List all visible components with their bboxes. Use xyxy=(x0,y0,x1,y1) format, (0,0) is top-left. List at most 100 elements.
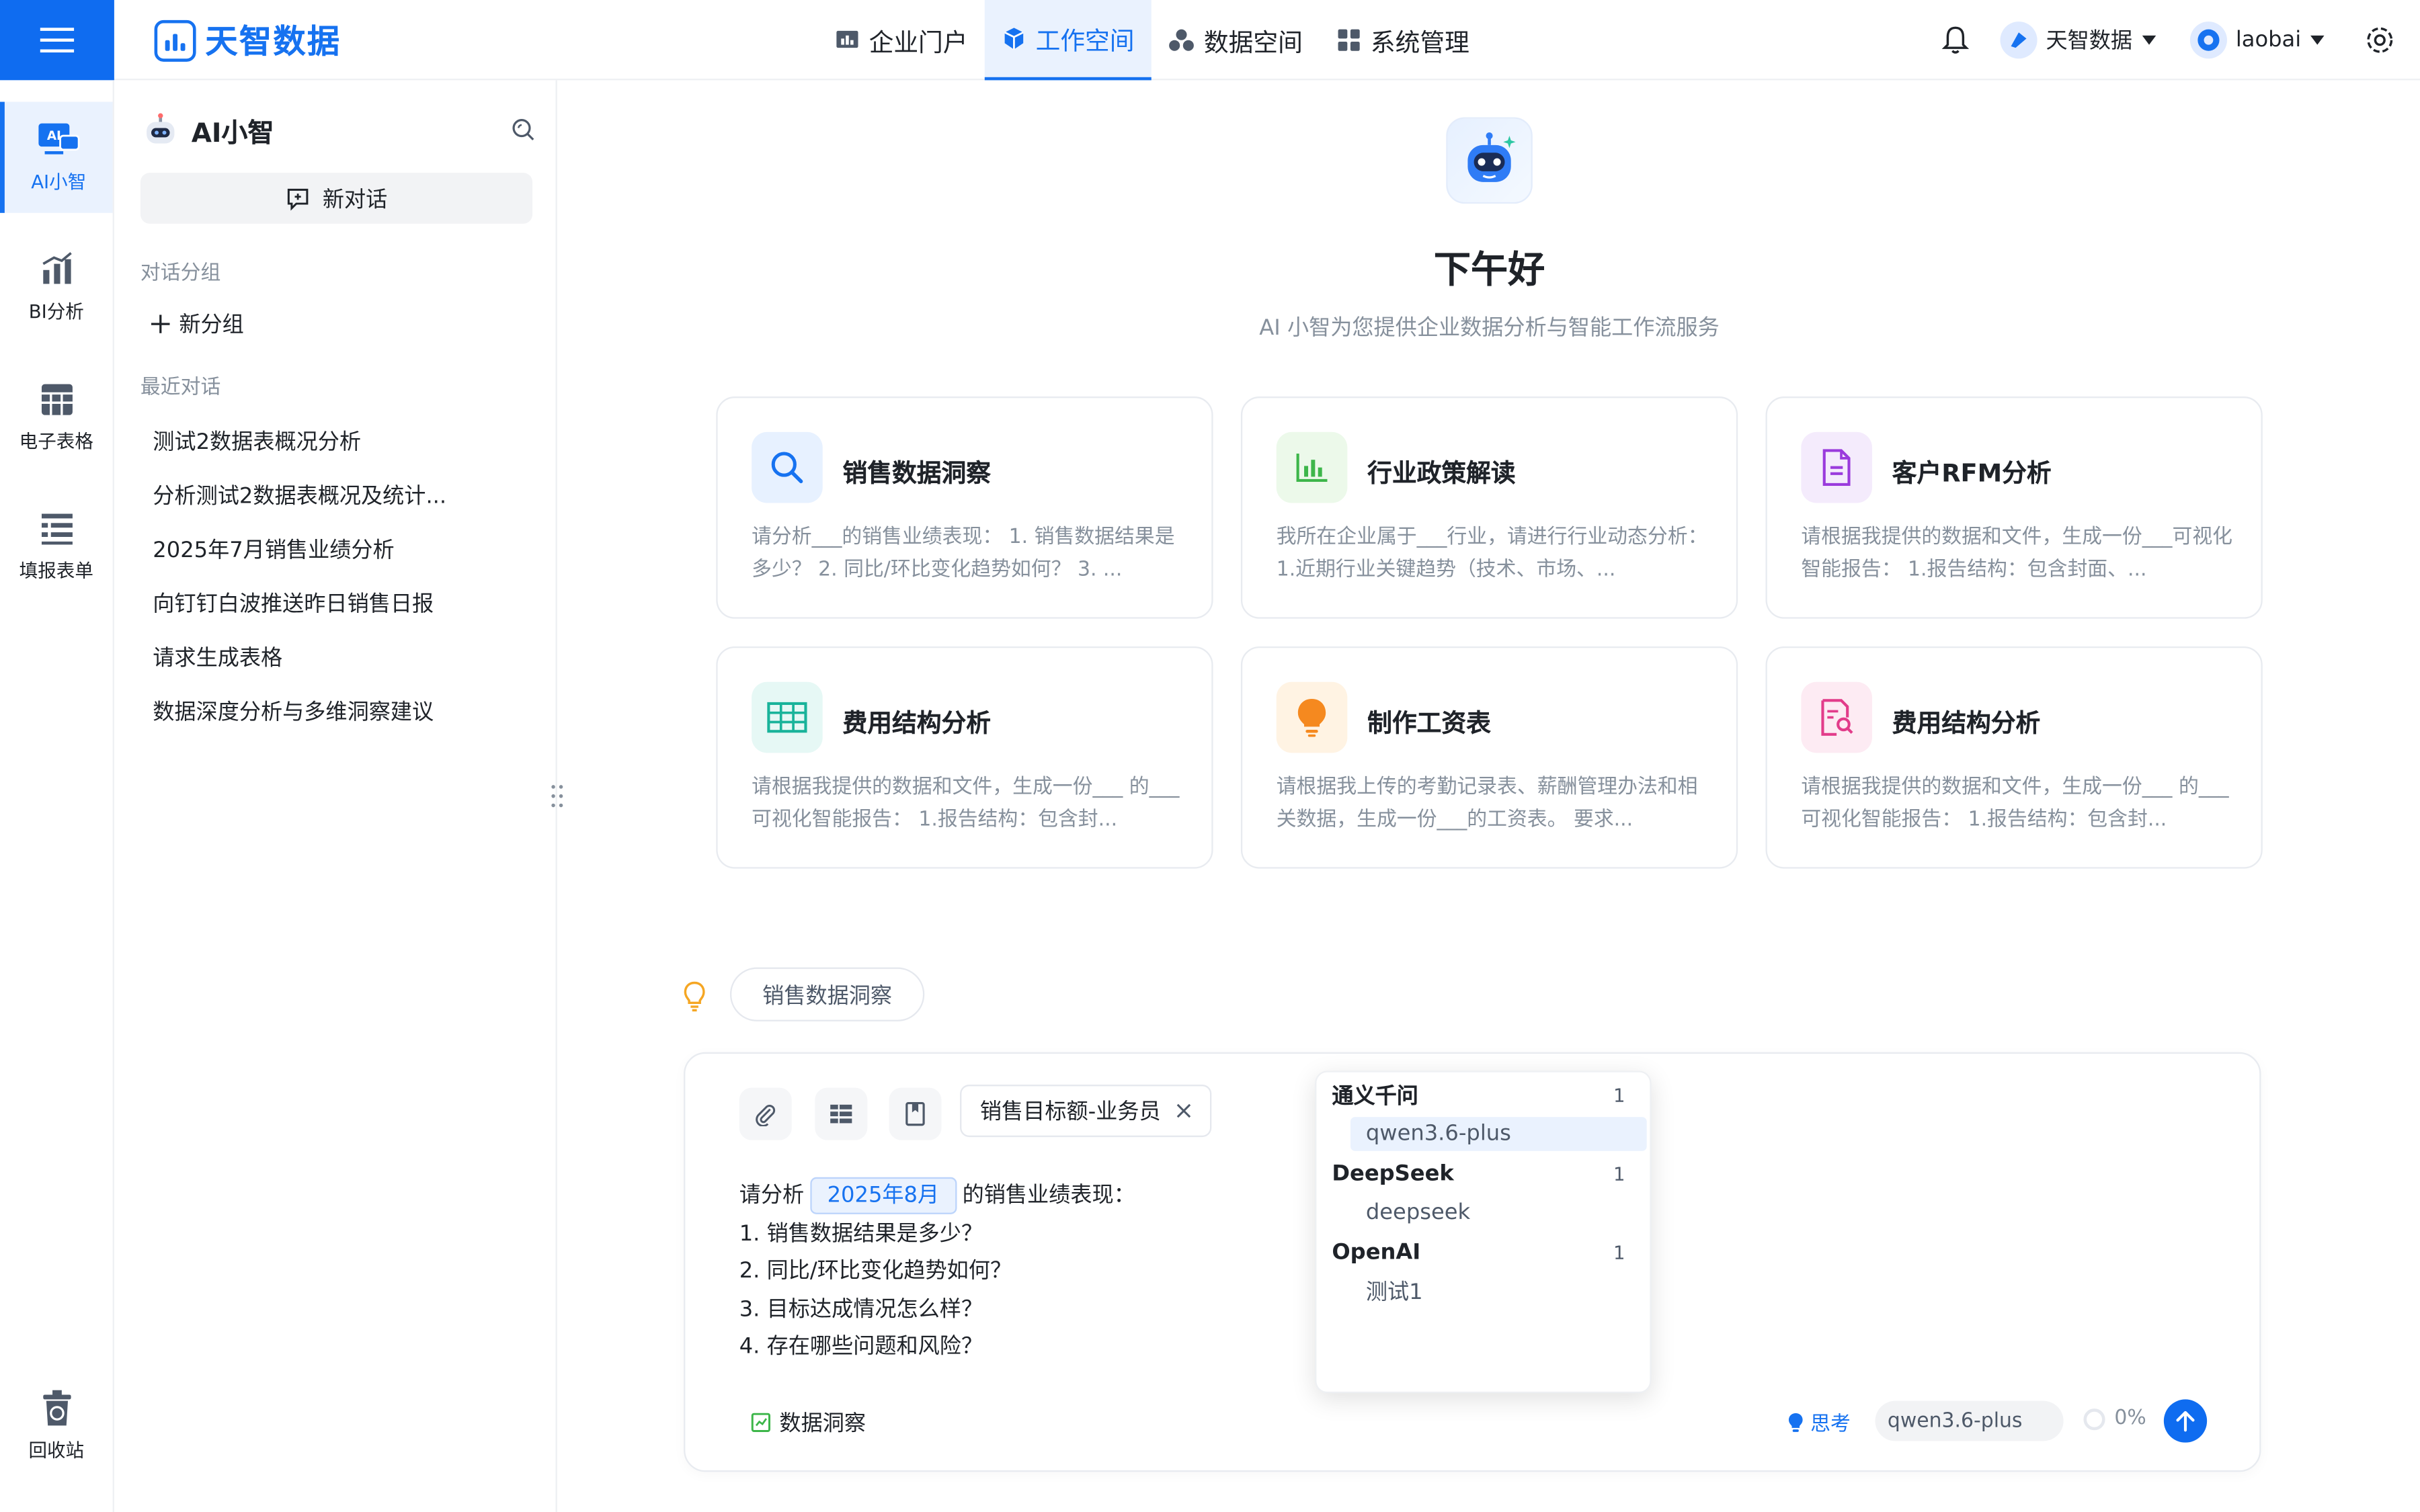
recent-section-label: 最近对话 xyxy=(140,376,221,400)
think-toggle[interactable]: 思考 xyxy=(1787,1407,1851,1436)
model-select[interactable]: qwen3.6-plus xyxy=(1875,1400,2064,1441)
rail-item-sheet[interactable]: 电子表格 xyxy=(0,361,113,472)
conversation-panel: AI小智 新对话 对话分组 新分组 最近对话 测试2数据表概况分析 分析测试2数… xyxy=(114,80,557,1512)
prompt-card-cost-structure[interactable]: 费用结构分析 请根据我提供的数据和文件，生成一份___ 的___可视化智能报告：… xyxy=(716,646,1213,869)
new-chat-button[interactable]: 新对话 xyxy=(140,173,533,224)
arrow-up-icon xyxy=(2176,1411,2195,1432)
model-group-name: OpenAI xyxy=(1332,1240,1421,1265)
panel-header: AI小智 xyxy=(142,108,535,151)
app-stage: 天智数据 企业门户 工作空间 数据空间 系统管理 天智数据 laobai AI … xyxy=(0,0,2420,1512)
chart-board-icon xyxy=(836,30,858,48)
attach-file-button[interactable] xyxy=(739,1087,792,1140)
card-description: 请根据我上传的考勤记录表、薪酬管理办法和相关数据，生成一份___的工资表。 要求… xyxy=(1276,775,1698,832)
model-group-name: 通义千问 xyxy=(1332,1085,1418,1109)
org-switcher[interactable]: 天智数据 xyxy=(1999,22,2156,59)
model-option[interactable]: deepseek xyxy=(1350,1195,1647,1230)
header-actions: 天智数据 laobai xyxy=(1941,0,2395,80)
prompt-card-policy[interactable]: 行业政策解读 我所在企业属于___行业，请进行行业动态分析： 1.近期行业关键趋… xyxy=(1240,396,1738,619)
logo-icon xyxy=(154,19,196,61)
bell-icon xyxy=(1941,26,1969,54)
model-option[interactable]: qwen3.6-plus xyxy=(1350,1117,1647,1151)
attached-file-chip[interactable]: 销售目标额-业务员 xyxy=(960,1085,1212,1138)
mode-label: 数据洞察 xyxy=(779,1411,866,1437)
card-description: 我所在企业属于___行业，请进行行业动态分析： 1.近期行业关键趋势（技术、市场… xyxy=(1276,526,1708,582)
prompt-prefix: 请分析 xyxy=(739,1183,805,1208)
prompt-line: 2. 同比/环比变化趋势如何？ xyxy=(739,1259,1012,1284)
close-icon[interactable] xyxy=(1176,1103,1192,1119)
nav-label: 企业门户 xyxy=(869,28,968,57)
org-logo-icon xyxy=(1999,22,2037,59)
card-title: 费用结构分析 xyxy=(1892,708,2041,738)
card-description: 请根据我提供的数据和文件，生成一份___ 的___可视化智能报告： 1.报告结构… xyxy=(1801,775,2229,832)
prompt-card-cost-structure-2[interactable]: 费用结构分析 请根据我提供的数据和文件，生成一份___ 的___可视化智能报告：… xyxy=(1765,646,2263,869)
prompt-line: 3. 目标达成情况怎么样？ xyxy=(739,1296,983,1322)
prompt-card-rfm[interactable]: 客户RFM分析 请根据我提供的数据和文件，生成一份___可视化智能报告： 1.报… xyxy=(1765,396,2263,619)
card-title: 客户RFM分析 xyxy=(1892,458,2052,488)
rail-item-ai[interactable]: AI AI小智 xyxy=(0,101,113,213)
data-table-button[interactable] xyxy=(815,1087,868,1140)
rail-item-form[interactable]: 填报表单 xyxy=(0,491,113,601)
rail-label: AI小智 xyxy=(31,170,87,192)
prompt-input[interactable]: 请分析 2025年8月 的销售业绩表现： 1. 销售数据结果是多少？ 2. 同比/环… xyxy=(739,1177,1135,1366)
report-search-icon xyxy=(1801,681,1872,753)
notification-button[interactable] xyxy=(1941,25,1969,56)
model-group-deepseek: DeepSeek 1 xyxy=(1332,1157,1638,1191)
card-description: 请根据我提供的数据和文件，生成一份___可视化智能报告： 1.报告结构：包含封面… xyxy=(1801,526,2233,582)
top-bar: 天智数据 企业门户 工作空间 数据空间 系统管理 天智数据 laobai xyxy=(0,0,2420,81)
nav-tab-workspace[interactable]: 工作空间 xyxy=(984,0,1152,81)
search-icon[interactable] xyxy=(511,117,536,142)
grid-icon xyxy=(1338,29,1360,51)
greeting-subtitle: AI 小智为您提供企业数据分析与智能工作流服务 xyxy=(1259,316,1720,341)
suggestion-chip[interactable]: 销售数据洞察 xyxy=(729,967,925,1021)
ai-assistant-icon: AI xyxy=(38,122,80,154)
mode-data-insight-button[interactable]: 数据洞察 xyxy=(750,1407,866,1438)
conversation-item[interactable]: 2025年7月销售业绩分析 xyxy=(153,534,394,564)
panel-title: AI小智 xyxy=(191,118,274,149)
send-button[interactable] xyxy=(2163,1399,2208,1443)
recycle-bin-icon xyxy=(42,1389,71,1425)
model-group-name: DeepSeek xyxy=(1332,1161,1454,1187)
model-option[interactable]: 测试1 xyxy=(1350,1274,1647,1308)
database-table-icon xyxy=(830,1104,852,1124)
context-usage: 0% xyxy=(2083,1407,2146,1430)
card-title: 销售数据洞察 xyxy=(842,458,992,488)
book-icon xyxy=(905,1101,925,1126)
bar-chart-icon xyxy=(1276,431,1348,503)
prompt-line: 1. 销售数据结果是多少？ xyxy=(739,1221,983,1246)
cubes-icon xyxy=(1169,29,1194,51)
table-icon xyxy=(40,383,72,415)
progress-label: 0% xyxy=(2114,1406,2146,1431)
brand-logo[interactable]: 天智数据 xyxy=(154,19,341,62)
nav-label: 数据空间 xyxy=(1203,28,1303,57)
user-menu[interactable]: laobai xyxy=(2189,22,2325,59)
nav-tab-portal[interactable]: 企业门户 xyxy=(818,0,985,80)
prompt-card-sales-insight[interactable]: 销售数据洞察 请分析___的销售业绩表现： 1. 销售数据结果是多少？ 2. 同… xyxy=(716,396,1213,619)
knowledge-base-button[interactable] xyxy=(889,1087,942,1140)
nav-tab-dataspace[interactable]: 数据空间 xyxy=(1152,0,1320,80)
prompt-slot-date[interactable]: 2025年8月 xyxy=(810,1177,957,1214)
conversation-item[interactable]: 请求生成表格 xyxy=(153,642,282,673)
new-group-button[interactable]: 新分组 xyxy=(151,308,244,339)
org-name: 天智数据 xyxy=(2046,29,2133,54)
prompt-card-payroll[interactable]: 制作工资表 请根据我上传的考勤记录表、薪酬管理办法和相关数据，生成一份___的工… xyxy=(1240,646,1738,869)
card-description: 请分析___的销售业绩表现： 1. 销售数据结果是多少？ 2. 同比/环比变化趋… xyxy=(752,526,1175,582)
nav-tab-system[interactable]: 系统管理 xyxy=(1320,0,1486,80)
conversation-item[interactable]: 分析测试2数据表概况及统计... xyxy=(153,480,446,511)
conversation-item[interactable]: 数据深度分析与多维洞察建议 xyxy=(153,696,434,726)
card-title: 行业政策解读 xyxy=(1367,458,1516,488)
conversation-item[interactable]: 向钉钉白波推送昨日销售日报 xyxy=(153,588,434,619)
settings-button[interactable] xyxy=(2364,25,2395,56)
conversation-item[interactable]: 测试2数据表概况分析 xyxy=(153,426,361,457)
card-title: 制作工资表 xyxy=(1367,708,1491,738)
caret-down-icon xyxy=(2310,35,2325,45)
card-description: 请根据我提供的数据和文件，生成一份___ 的___可视化智能报告： 1.报告结构… xyxy=(752,775,1180,832)
cube-icon xyxy=(1004,28,1024,50)
rail-item-bi[interactable]: BI分析 xyxy=(0,231,113,342)
table-icon xyxy=(752,681,823,753)
greeting-title: 下午好 xyxy=(1433,248,1545,292)
rail-item-recycle[interactable]: 回收站 xyxy=(0,1370,113,1481)
new-chat-icon xyxy=(287,187,309,210)
menu-toggle-button[interactable] xyxy=(0,0,114,81)
rail-label: 填报表单 xyxy=(19,559,93,581)
plus-icon xyxy=(151,314,170,333)
